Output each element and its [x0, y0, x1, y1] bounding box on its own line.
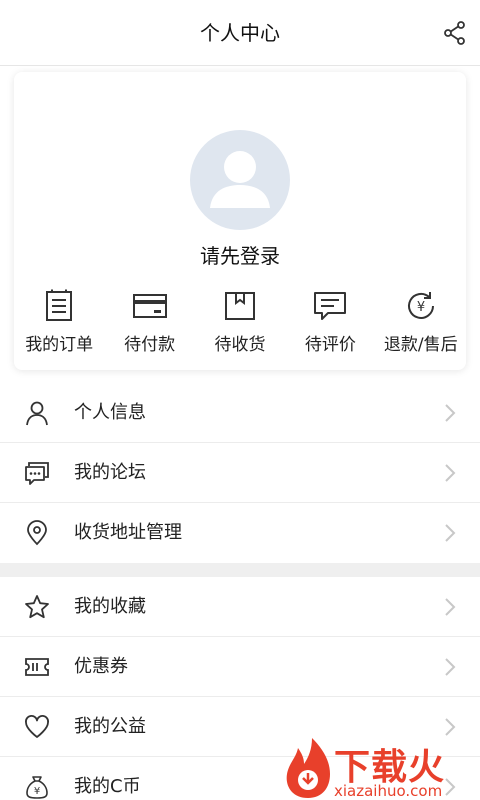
card-icon	[132, 294, 167, 318]
star-icon	[25, 595, 49, 619]
menu-label: 我的公益	[74, 716, 146, 737]
location-icon	[27, 520, 47, 546]
order-item-pending-review[interactable]: 待评价	[285, 284, 375, 364]
share-icon[interactable]	[442, 20, 468, 46]
order-label: 待收货	[214, 335, 266, 355]
menu-item-forum[interactable]: 我的论坛	[0, 443, 480, 503]
page-title: 个人中心	[200, 21, 280, 45]
order-label: 我的订单	[25, 335, 94, 355]
top-bar: 个人中心	[0, 0, 480, 66]
order-item-my-orders[interactable]: 我的订单	[14, 284, 104, 364]
chevron-right-icon	[445, 718, 456, 736]
login-prompt[interactable]: 请先登录	[14, 240, 466, 269]
order-item-refund[interactable]: ¥ 退款/售后	[376, 284, 466, 364]
menu-item-address[interactable]: 收货地址管理	[0, 503, 480, 563]
default-avatar-icon[interactable]	[190, 130, 290, 230]
chevron-right-icon	[445, 658, 456, 676]
money-bag-icon: ¥	[26, 776, 48, 799]
coupon-icon	[25, 658, 49, 676]
order-shortcuts: 我的订单 待付款 待收货 待评价 ¥ 退款/售后	[14, 284, 466, 364]
watermark: 下载火 xiazaihuo.com	[282, 736, 480, 800]
watermark-url: xiazaihuo.com	[334, 782, 443, 800]
section-divider	[0, 563, 480, 577]
flame-logo-icon	[286, 738, 330, 798]
order-label: 退款/售后	[383, 335, 458, 355]
order-list-icon	[46, 289, 73, 321]
svg-text:¥: ¥	[417, 300, 425, 315]
order-label: 待评价	[304, 335, 356, 355]
menu-item-favorites[interactable]: 我的收藏	[0, 577, 480, 637]
chevron-right-icon	[445, 404, 456, 422]
svg-text:¥: ¥	[34, 786, 40, 797]
order-item-pending-receipt[interactable]: 待收货	[195, 284, 285, 364]
heart-icon	[25, 715, 49, 738]
menu-label: 优惠券	[74, 656, 128, 677]
menu-label: 个人信息	[74, 402, 146, 423]
chevron-right-icon	[445, 524, 456, 542]
menu-label: 我的C币	[74, 776, 141, 797]
comment-icon	[314, 292, 347, 320]
package-icon	[224, 292, 255, 320]
menu-label: 收货地址管理	[74, 522, 182, 543]
order-item-pending-payment[interactable]: 待付款	[104, 284, 194, 364]
menu-group-account: 个人信息 我的论坛 收货地址管理	[0, 383, 480, 563]
forum-icon	[25, 462, 49, 485]
refund-icon: ¥	[407, 292, 434, 319]
menu-item-profile-info[interactable]: 个人信息	[0, 383, 480, 443]
menu-label: 我的论坛	[74, 462, 146, 483]
profile-card: 请先登录 我的订单 待付款 待收货 待评价 ¥ 退款/售后	[14, 72, 466, 370]
menu-item-coupons[interactable]: 优惠券	[0, 637, 480, 697]
user-icon	[26, 401, 48, 426]
chevron-right-icon	[445, 464, 456, 482]
chevron-right-icon	[445, 598, 456, 616]
order-label: 待付款	[124, 335, 176, 355]
menu-label: 我的收藏	[74, 596, 146, 617]
